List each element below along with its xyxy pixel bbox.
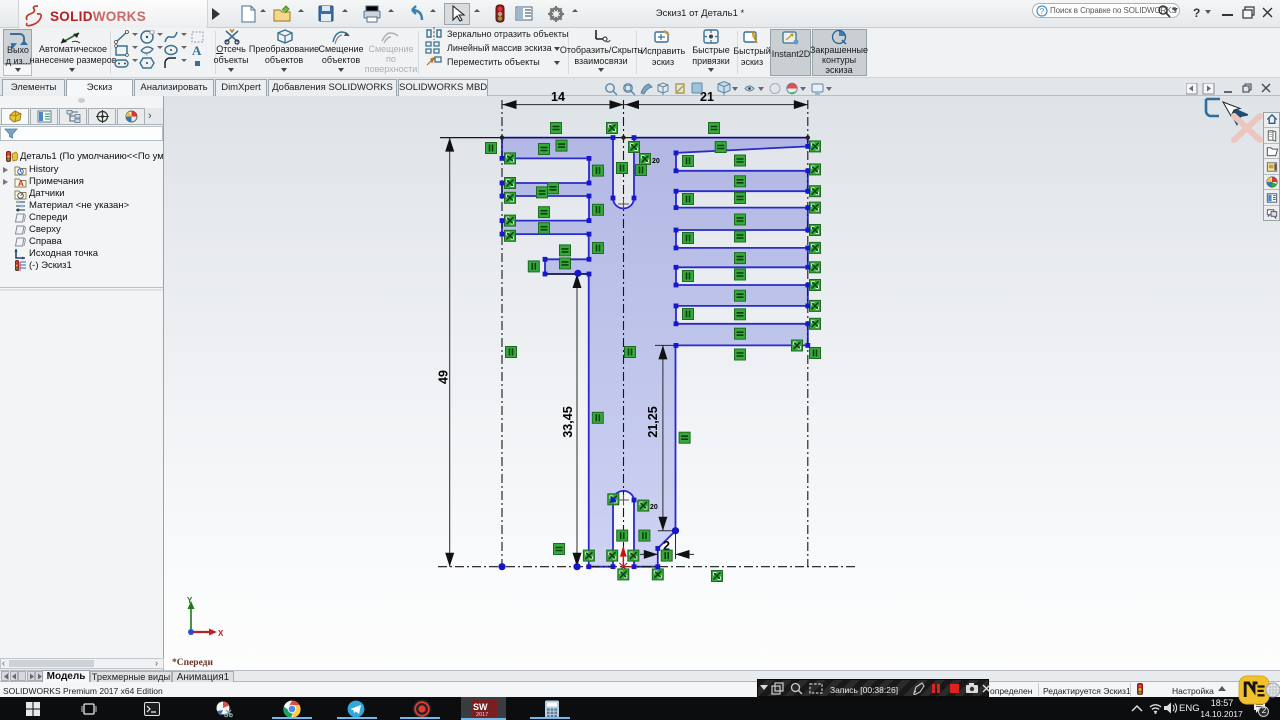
svg-text:Y: Y: [187, 596, 193, 605]
svg-text:49: 49: [437, 370, 451, 384]
svg-text:14: 14: [551, 90, 565, 104]
svg-text:20: 20: [652, 158, 660, 165]
svg-text:21,25: 21,25: [646, 406, 660, 437]
svg-text:A: A: [18, 179, 24, 188]
svg-text:33,45: 33,45: [561, 406, 575, 437]
svg-text:20: 20: [650, 504, 658, 511]
svg-text:SOLIDWORKS: SOLIDWORKS: [50, 9, 146, 24]
svg-text:?: ?: [1040, 7, 1045, 16]
svg-text:SW: SW: [473, 702, 488, 712]
svg-text:X: X: [218, 629, 224, 638]
svg-text:2017: 2017: [476, 712, 488, 717]
